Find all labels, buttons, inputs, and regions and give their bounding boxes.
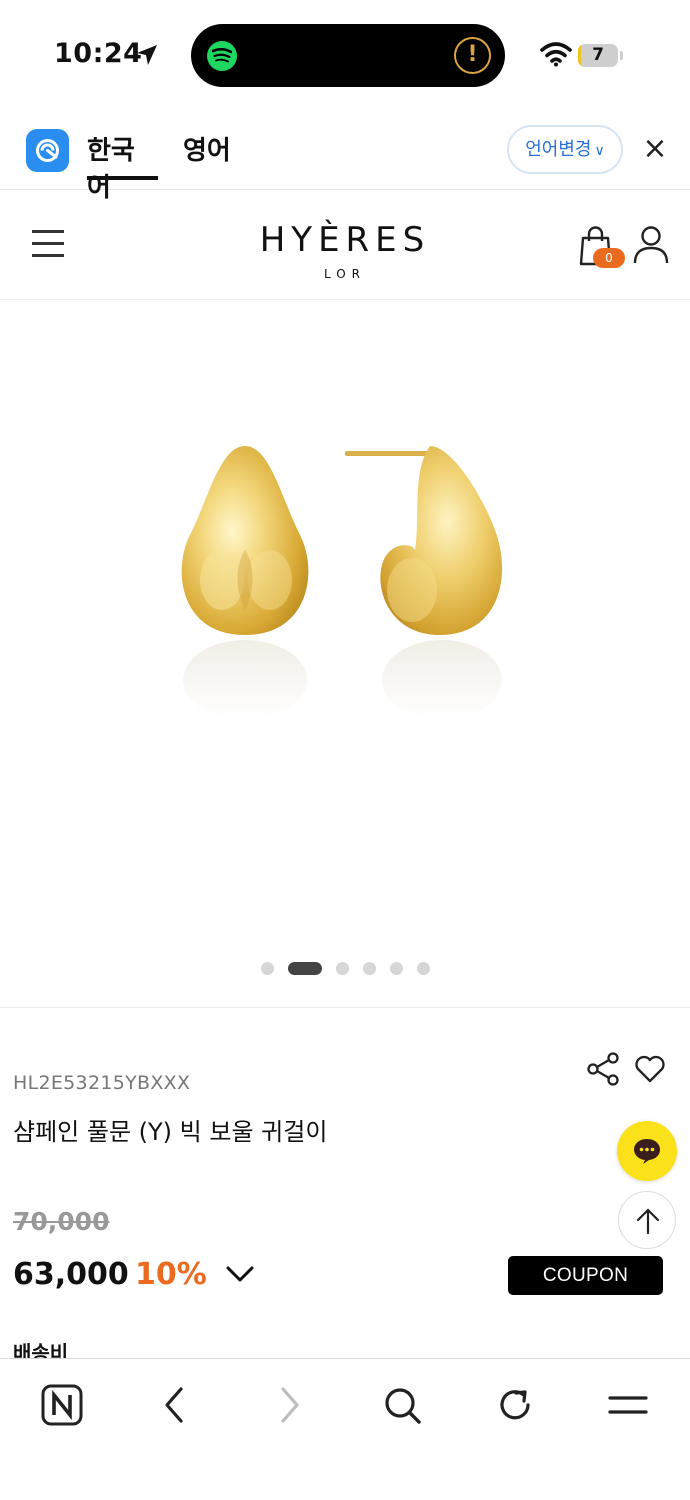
- gallery-dot[interactable]: [335, 961, 349, 975]
- discount-rate: 10%: [135, 1257, 207, 1292]
- chat-button[interactable]: [617, 1121, 677, 1181]
- arrow-up-icon: [636, 1208, 660, 1235]
- forward-icon[interactable]: [267, 1383, 311, 1427]
- gallery-dot[interactable]: [389, 961, 403, 975]
- location-arrow-icon: [137, 45, 157, 65]
- search-icon[interactable]: [380, 1383, 424, 1427]
- menu-icon[interactable]: [606, 1383, 650, 1427]
- scroll-to-top-button[interactable]: [618, 1191, 676, 1249]
- sale-price: 63,000: [13, 1257, 129, 1292]
- battery-level: 7: [592, 45, 604, 65]
- naver-home-icon[interactable]: [40, 1383, 84, 1427]
- browser-bottom-bar: [0, 1358, 690, 1500]
- gallery-dot[interactable]: [416, 961, 430, 975]
- product-name: 샴페인 풀문 (Y) 빅 보울 귀걸이: [13, 1118, 328, 1146]
- original-price: 70,000: [13, 1207, 110, 1236]
- site-header: HYÈRES LOR 0: [0, 192, 690, 300]
- brand-logo-sub: LOR: [323, 267, 367, 281]
- chevron-down-icon[interactable]: [224, 1262, 256, 1286]
- heart-icon[interactable]: [634, 1054, 666, 1084]
- battery-icon: 7: [578, 44, 618, 67]
- gallery-dot[interactable]: [362, 961, 376, 975]
- battery-cap: [620, 51, 623, 60]
- refresh-icon[interactable]: [493, 1383, 537, 1427]
- change-language-label: 언어변경: [525, 139, 592, 160]
- back-icon[interactable]: [153, 1383, 197, 1427]
- chevron-down-icon: ∨: [594, 143, 605, 159]
- wifi-icon: [540, 42, 572, 67]
- shipping-fee-label: 배송비: [13, 1341, 69, 1359]
- gallery-dot-active[interactable]: [287, 961, 322, 975]
- close-icon[interactable]: ×: [640, 134, 670, 164]
- alert-icon: !: [454, 37, 491, 74]
- coupon-button[interactable]: COUPON: [508, 1256, 663, 1295]
- spotify-icon: [207, 41, 237, 71]
- chat-bubble-icon: [634, 1139, 660, 1164]
- dynamic-island[interactable]: !: [191, 24, 505, 87]
- change-language-button[interactable]: 언어변경 ∨: [507, 125, 623, 174]
- user-icon[interactable]: [632, 225, 670, 265]
- gallery-dot[interactable]: [260, 961, 274, 975]
- status-time: 10:24: [54, 38, 143, 69]
- product-image-gallery[interactable]: [0, 300, 690, 1008]
- share-icon[interactable]: [586, 1052, 620, 1086]
- product-code: HL2E53215YBXXX: [13, 1072, 191, 1094]
- gallery-pagination: [0, 961, 690, 975]
- product-image: [181, 446, 503, 720]
- tab-korean[interactable]: 한국어: [87, 130, 158, 203]
- status-bar: 10:24 ! 7: [0, 0, 690, 110]
- translate-app-icon[interactable]: [26, 129, 69, 172]
- cart-count-badge: 0: [593, 248, 625, 268]
- tab-english[interactable]: 영어: [183, 130, 231, 180]
- translate-bar: 한국어 영어 언어변경 ∨ ×: [0, 110, 690, 203]
